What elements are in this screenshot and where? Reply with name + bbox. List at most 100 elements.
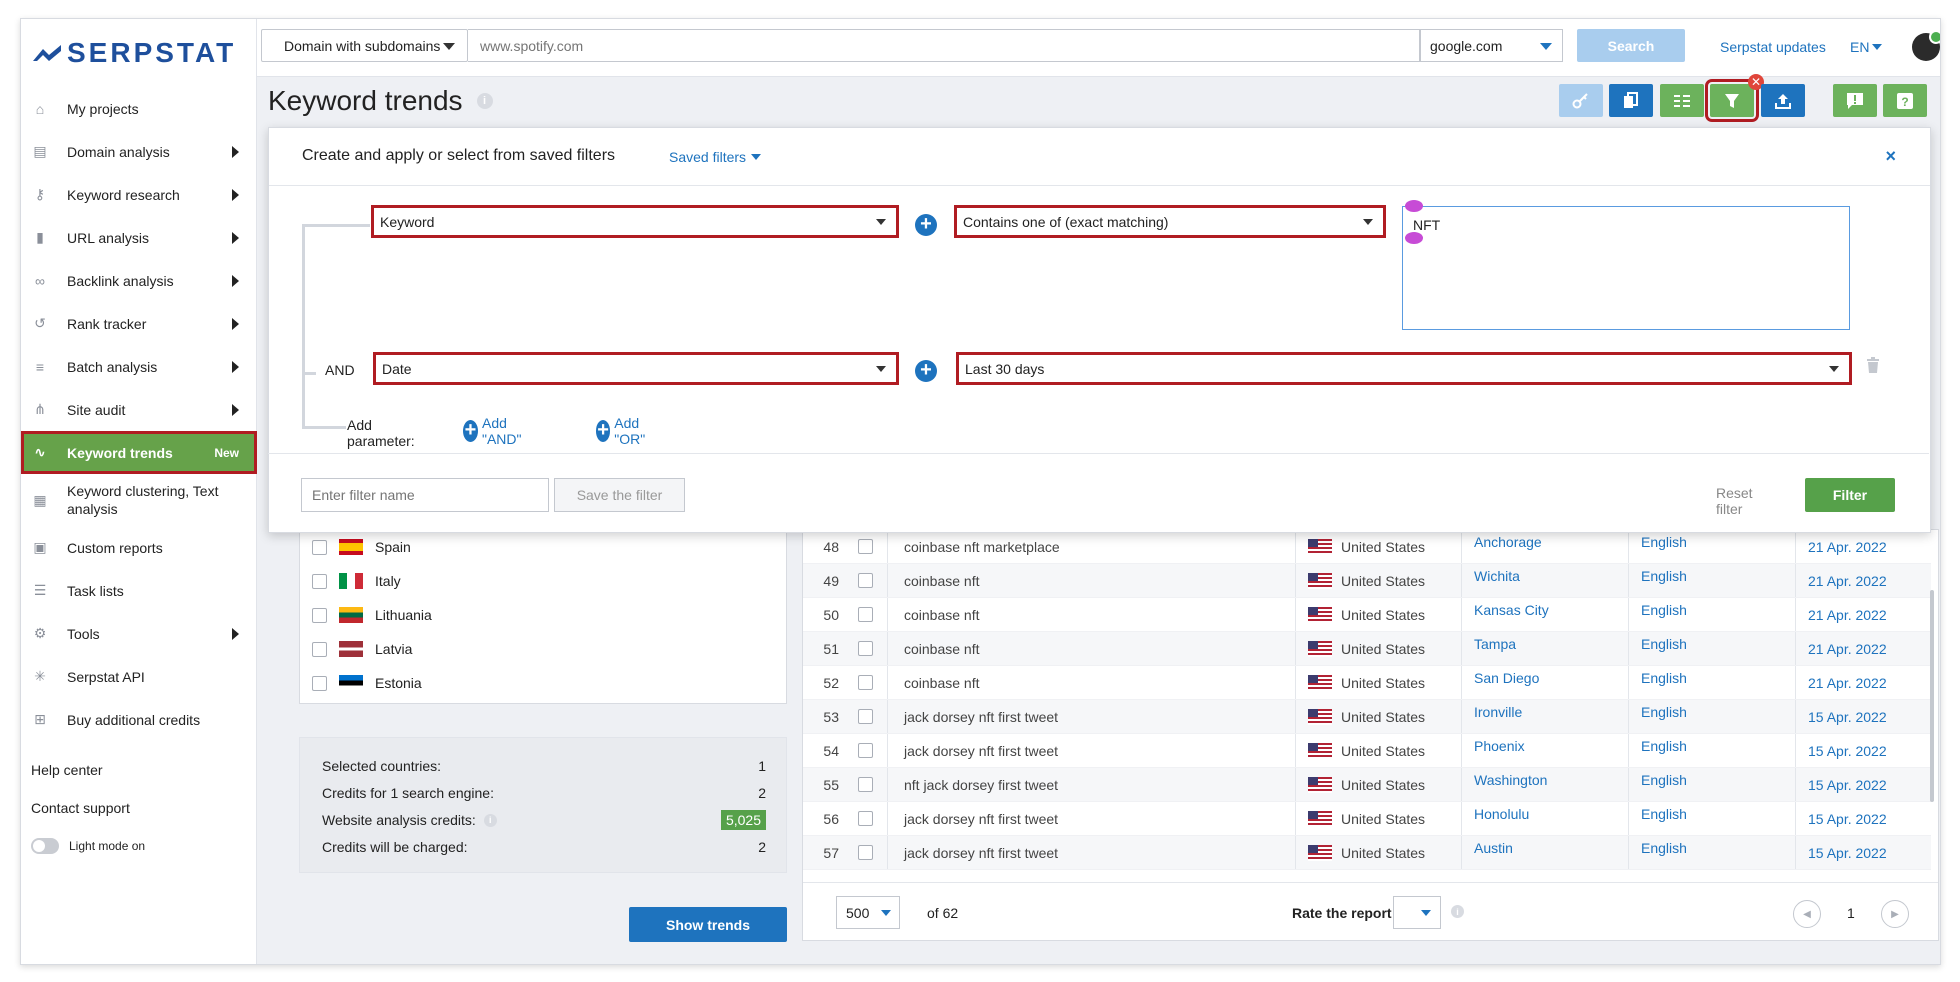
row-checkbox[interactable] [858,539,873,554]
country-row[interactable]: Lithuania [300,598,786,632]
date-link[interactable]: 21 Apr. 2022 [1796,573,1930,589]
date-link[interactable]: 15 Apr. 2022 [1796,709,1930,725]
search-engine-select[interactable]: google.com [1420,29,1563,62]
city-link[interactable]: Tampa [1462,632,1629,665]
date-link[interactable]: 15 Apr. 2022 [1796,743,1930,759]
country-row[interactable]: Italy [300,564,786,598]
table-row[interactable]: 55 nft jack dorsey first tweet United Stat… [803,768,1931,802]
avatar[interactable] [1912,30,1940,61]
country-row[interactable]: Spain [300,530,786,564]
row-checkbox[interactable] [858,573,873,588]
next-page-button[interactable]: ▶ [1881,900,1909,928]
export-tool-button[interactable] [1761,84,1805,117]
sidebar-item-serpstat-api[interactable]: ✳ Serpstat API [21,655,257,698]
city-link[interactable]: Kansas City [1462,598,1629,631]
city-link[interactable]: Honolulu [1462,802,1629,835]
selection-handle-bottom[interactable] [1405,232,1423,244]
language-link[interactable]: English [1629,836,1796,869]
toggle-switch[interactable] [31,838,59,854]
save-filter-button[interactable]: Save the filter [554,478,685,512]
language-link[interactable]: English [1629,530,1796,563]
add-and-link[interactable]: + Add "AND" [463,415,529,447]
filter-tool-button[interactable]: ✕ [1705,74,1764,122]
sidebar-item-url-analysis[interactable]: ▮ URL analysis [21,216,257,259]
country-row[interactable]: Estonia [300,666,786,700]
sidebar-item-site-audit[interactable]: ⋔ Site audit [21,388,257,431]
country-checkbox[interactable] [312,539,327,555]
sidebar-item-tools[interactable]: ⚙ Tools [21,612,257,655]
city-link[interactable]: Wichita [1462,564,1629,597]
search-type-select[interactable]: Domain with subdomains [261,29,468,62]
domain-search-input[interactable] [468,29,1420,62]
city-link[interactable]: Phoenix [1462,734,1629,767]
info-icon[interactable]: i [483,813,497,827]
trash-icon[interactable] [1866,356,1880,374]
rate-report-select[interactable] [1393,896,1441,929]
country-checkbox[interactable] [312,675,327,691]
condition-select[interactable]: Contains one of (exact matching) [954,205,1386,238]
add-condition-icon[interactable]: + [915,360,937,382]
table-row[interactable]: 54 jack dorsey nft first tweet United Stat… [803,734,1931,768]
table-row[interactable]: 50 coinbase nft United States Kansas City En… [803,598,1931,632]
copy-tool-button[interactable] [1609,84,1653,117]
city-link[interactable]: Austin [1462,836,1629,869]
sidebar-item-keyword-research[interactable]: ⚷ Keyword research [21,173,257,216]
reset-filter-link[interactable]: Reset filter [1716,485,1753,517]
sidebar-item-buy-additional-credits[interactable]: ⊞ Buy additional credits [21,698,257,741]
info-icon[interactable]: i [1451,905,1464,918]
search-button[interactable]: Search [1577,29,1685,62]
date-param-select[interactable]: Date [373,352,899,385]
show-trends-button[interactable]: Show trends [629,907,787,942]
row-checkbox[interactable] [858,641,873,656]
city-link[interactable]: Washington [1462,768,1629,801]
city-link[interactable]: Ironville [1462,700,1629,733]
country-checkbox[interactable] [312,573,327,589]
row-checkbox[interactable] [858,675,873,690]
row-checkbox[interactable] [858,607,873,622]
language-select[interactable]: EN [1850,39,1883,55]
sidebar-item-keyword-trends[interactable]: ∿ Keyword trends New [21,431,257,474]
sidebar-item-keyword-clustering-text-analysis[interactable]: ▦ Keyword clustering, Text analysis [21,474,257,526]
row-checkbox[interactable] [858,743,873,758]
date-link[interactable]: 21 Apr. 2022 [1796,641,1930,657]
logo[interactable]: SERPSTAT [33,37,236,69]
date-link[interactable]: 21 Apr. 2022 [1796,539,1930,555]
sidebar-item-batch-analysis[interactable]: ≡ Batch analysis [21,345,257,388]
row-checkbox[interactable] [858,811,873,826]
filter-values-textarea[interactable]: NFT [1402,206,1850,330]
language-link[interactable]: English [1629,802,1796,835]
light-mode-toggle[interactable]: Light mode on [31,827,251,865]
row-checkbox[interactable] [858,777,873,792]
selection-handle-top[interactable] [1405,200,1423,212]
key-tool-button[interactable] [1559,84,1603,117]
language-link[interactable]: English [1629,632,1796,665]
sidebar-item-task-lists[interactable]: ☰ Task lists [21,569,257,612]
add-condition-icon[interactable]: + [915,214,937,236]
row-checkbox[interactable] [858,709,873,724]
language-link[interactable]: English [1629,598,1796,631]
date-link[interactable]: 15 Apr. 2022 [1796,845,1930,861]
keyword-param-select[interactable]: Keyword [371,205,899,238]
add-or-link[interactable]: + Add "OR" [596,415,653,447]
row-checkbox[interactable] [858,845,873,860]
close-icon[interactable]: × [1885,146,1896,167]
date-link[interactable]: 21 Apr. 2022 [1796,675,1930,691]
country-checkbox[interactable] [312,607,327,623]
per-page-select[interactable]: 500 [836,896,900,929]
filter-name-input[interactable] [301,478,549,512]
language-link[interactable]: English [1629,564,1796,597]
report-issue-button[interactable] [1833,84,1877,117]
country-row[interactable]: Latvia [300,632,786,666]
table-row[interactable]: 48 coinbase nft marketplace United States A… [803,530,1931,564]
saved-filters-dropdown[interactable]: Saved filters [669,149,762,165]
sidebar-item-custom-reports[interactable]: ▣ Custom reports [21,526,257,569]
sidebar-item-domain-analysis[interactable]: ▤ Domain analysis [21,130,257,173]
date-link[interactable]: 15 Apr. 2022 [1796,811,1930,827]
sidebar-item-backlink-analysis[interactable]: ∞ Backlink analysis [21,259,257,302]
table-scrollbar[interactable] [1930,590,1934,802]
help-center-link[interactable]: Help center [31,751,251,789]
sidebar-item-my-projects[interactable]: ⌂ My projects [21,87,257,130]
columns-tool-button[interactable] [1660,84,1704,117]
date-range-select[interactable]: Last 30 days [956,352,1852,385]
city-link[interactable]: San Diego [1462,666,1629,699]
